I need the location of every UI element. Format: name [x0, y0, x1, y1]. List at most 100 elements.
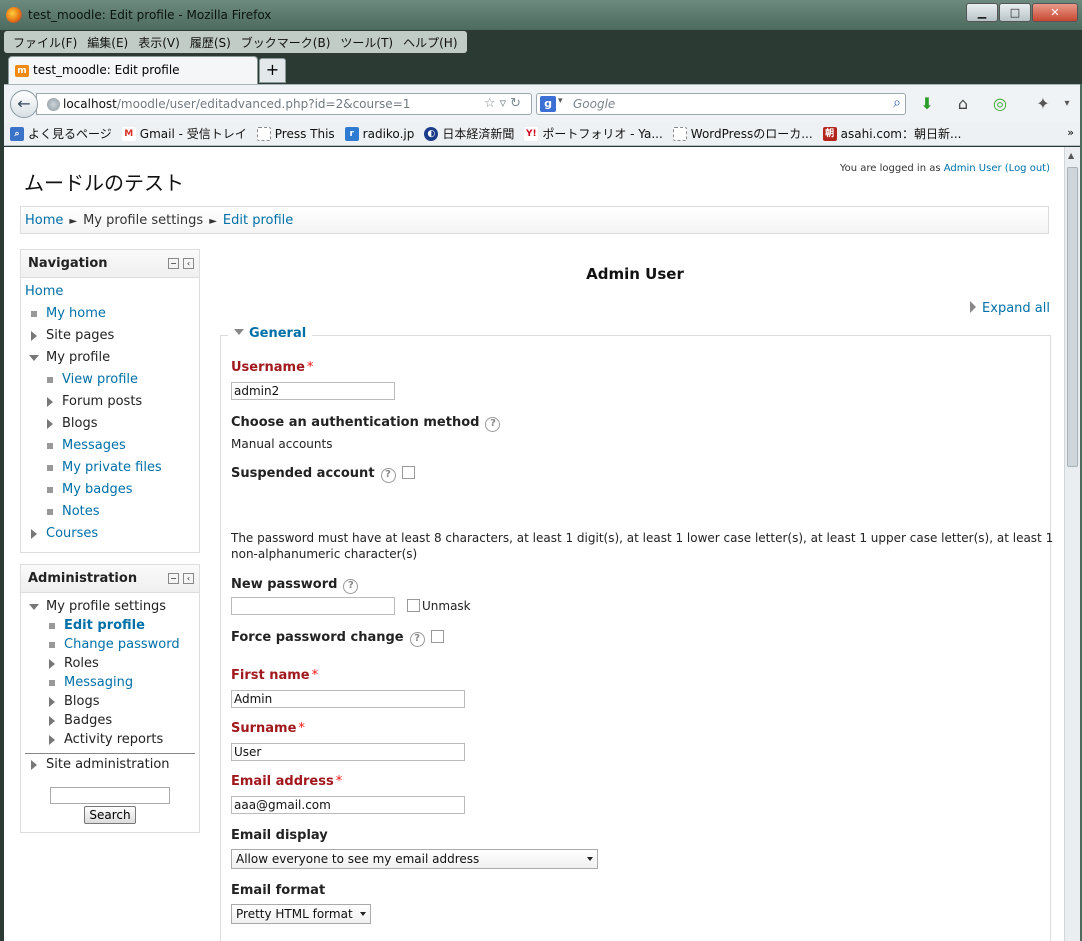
nav-notes[interactable]: Notes: [21, 502, 199, 524]
addon-icon[interactable]: ◎: [989, 93, 1011, 115]
nav-messages[interactable]: Messages: [21, 436, 199, 458]
nav-my-badges[interactable]: My badges: [21, 480, 199, 502]
help-icon[interactable]: ?: [380, 468, 396, 483]
back-button[interactable]: ←: [10, 90, 38, 118]
nav-site-pages[interactable]: Site pages: [21, 326, 199, 348]
scrollbar-thumb[interactable]: [1067, 167, 1078, 467]
admin-badges[interactable]: Badges: [21, 712, 199, 731]
username-label: Username *: [231, 360, 314, 375]
close-button[interactable]: ✕: [1032, 3, 1078, 22]
dock-block-icon[interactable]: ‹: [183, 573, 194, 584]
search-bar[interactable]: g ▾ Google ⌕: [536, 93, 906, 115]
scroll-up-icon[interactable]: ▲: [1068, 151, 1074, 160]
admin-change-password[interactable]: Change password: [21, 636, 199, 655]
collapse-block-icon[interactable]: −: [168, 258, 179, 269]
menu-view[interactable]: 表示(V): [133, 31, 185, 53]
menu-file[interactable]: ファイル(F): [8, 31, 82, 53]
bookmarks-toolbar: ⌕ よく見るページ M Gmail - 受信トレイ Press This r radi…: [4, 122, 1080, 146]
search-engine-dropdown-icon[interactable]: ▾: [558, 96, 563, 106]
page-heading: Admin User: [586, 265, 684, 283]
history-dropdown-icon[interactable]: ▿: [500, 96, 511, 111]
reload-icon[interactable]: ↻: [510, 96, 525, 111]
bookmark-wordpress[interactable]: WordPressのローカ...: [672, 125, 813, 142]
email-display-select[interactable]: Allow everyone to see my email address: [231, 849, 598, 869]
bookmark-most-visited[interactable]: ⌕ よく見るページ: [10, 125, 112, 142]
admin-activity-reports[interactable]: Activity reports: [21, 731, 199, 750]
new-tab-button[interactable]: +: [259, 58, 286, 83]
admin-search-form: Search: [21, 781, 199, 832]
url-bar[interactable]: localhost/moodle/user/editadvanced.php?i…: [36, 93, 532, 115]
page-scrollbar[interactable]: ▲: [1064, 147, 1080, 941]
menu-bookmarks[interactable]: ブックマーク(B): [236, 31, 336, 53]
admin-edit-profile[interactable]: Edit profile: [21, 617, 199, 636]
help-icon[interactable]: ?: [409, 632, 425, 647]
yahoo-icon: Y!: [524, 126, 539, 141]
suspended-checkbox[interactable]: [401, 466, 415, 479]
site-title[interactable]: ムードルのテスト: [24, 167, 184, 196]
breadcrumb-home[interactable]: Home: [25, 213, 63, 228]
home-icon[interactable]: ⌂: [952, 93, 974, 115]
navigation-block-header[interactable]: Navigation − ‹: [21, 250, 199, 278]
extension-icon[interactable]: ✦: [1032, 93, 1054, 115]
collapse-block-icon[interactable]: −: [168, 573, 179, 584]
nav-my-private-files[interactable]: My private files: [21, 458, 199, 480]
minimize-button[interactable]: ▁: [966, 3, 998, 22]
bookmark-yahoo-portfolio[interactable]: Y! ポートフォリオ - Ya...: [524, 125, 663, 142]
unmask-checkbox[interactable]: [407, 599, 420, 612]
nav-courses[interactable]: Courses: [21, 524, 199, 546]
admin-my-profile-settings[interactable]: My profile settings: [21, 598, 199, 617]
menu-history[interactable]: 履歴(S): [185, 31, 236, 53]
nav-my-home[interactable]: My home: [21, 304, 199, 326]
menu-dropdown-icon[interactable]: ▾: [1056, 93, 1078, 115]
help-icon[interactable]: ?: [343, 579, 359, 594]
breadcrumb-edit-profile[interactable]: Edit profile: [223, 213, 293, 228]
bookmark-radiko[interactable]: r radiko.jp: [344, 126, 414, 141]
admin-site-administration[interactable]: Site administration: [21, 756, 199, 775]
firstname-input[interactable]: Admin: [231, 690, 465, 708]
nav-my-profile[interactable]: My profile: [21, 348, 199, 370]
administration-block: Administration − ‹ My profile settings Ed…: [20, 564, 200, 833]
general-section-toggle[interactable]: General: [228, 326, 313, 341]
download-icon[interactable]: ⬇: [916, 93, 938, 115]
menu-tools[interactable]: ツール(T): [335, 31, 398, 53]
window-title: test_moodle: Edit profile - Mozilla Fire…: [28, 8, 272, 22]
help-icon[interactable]: ?: [485, 417, 501, 432]
tab-edit-profile[interactable]: m test_moodle: Edit profile: [8, 56, 258, 84]
surname-input[interactable]: User: [231, 743, 465, 761]
login-user-link[interactable]: Admin User: [944, 163, 1002, 174]
google-icon[interactable]: g: [540, 96, 556, 112]
admin-messaging[interactable]: Messaging: [21, 674, 199, 693]
nav-view-profile[interactable]: View profile: [21, 370, 199, 392]
maximize-button[interactable]: □: [999, 3, 1031, 22]
admin-roles[interactable]: Roles: [21, 655, 199, 674]
collapse-arrow-icon: [234, 329, 244, 335]
administration-block-header[interactable]: Administration − ‹: [21, 565, 199, 593]
menu-edit[interactable]: 編集(E): [82, 31, 133, 53]
new-password-input[interactable]: [231, 597, 395, 615]
menu-bar: ファイル(F) 編集(E) 表示(V) 履歴(S) ブックマーク(B) ツール(…: [4, 31, 467, 53]
unmask-control[interactable]: Unmask: [407, 599, 471, 613]
nav-forum-posts[interactable]: Forum posts: [21, 392, 199, 414]
bullet-icon: [47, 443, 53, 449]
force-password-change-checkbox[interactable]: [430, 630, 444, 643]
username-input[interactable]: admin2: [231, 382, 395, 400]
admin-search-input[interactable]: [50, 787, 170, 804]
admin-blogs[interactable]: Blogs: [21, 693, 199, 712]
email-input[interactable]: aaa@gmail.com: [231, 796, 465, 814]
site-identity-icon[interactable]: [47, 98, 60, 111]
dock-block-icon[interactable]: ‹: [183, 258, 194, 269]
expand-all-link[interactable]: Expand all: [970, 301, 1050, 316]
bookmark-asahi[interactable]: 朝 asahi.com：朝日新...: [822, 125, 961, 142]
admin-search-button[interactable]: Search: [84, 806, 136, 824]
bookmark-nikkei[interactable]: ◐ 日本経済新聞: [424, 125, 514, 142]
logout-link[interactable]: (Log out): [1005, 163, 1050, 174]
email-format-select[interactable]: Pretty HTML format: [231, 904, 371, 924]
bookmark-star-icon[interactable]: ☆: [484, 96, 500, 111]
bookmark-gmail[interactable]: M Gmail - 受信トレイ: [121, 125, 247, 142]
menu-help[interactable]: ヘルプ(H): [398, 31, 462, 53]
bookmark-press-this[interactable]: Press This: [256, 126, 335, 141]
search-icon[interactable]: ⌕: [893, 95, 901, 111]
nav-blogs[interactable]: Blogs: [21, 414, 199, 436]
bookmarks-overflow-icon[interactable]: »: [1067, 126, 1074, 139]
nav-home[interactable]: Home: [21, 282, 199, 304]
